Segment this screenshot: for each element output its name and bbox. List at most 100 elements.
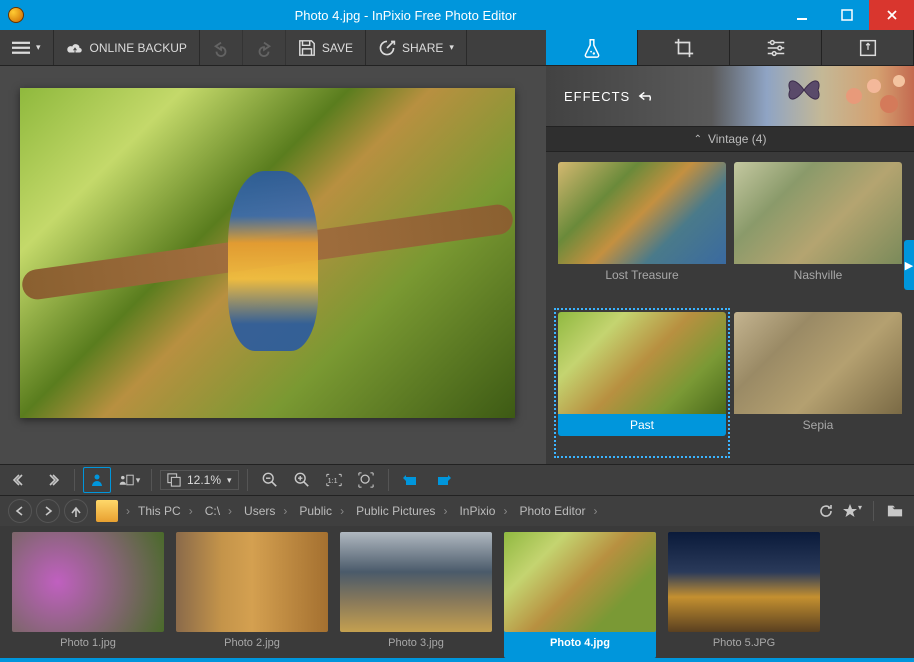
zoom-value: 12.1% [187,473,221,487]
zoom-in-button[interactable] [288,467,316,493]
file-browser-nav: › This PC› C:\› Users› Public› Public Pi… [0,496,914,526]
zoom-icon [167,473,181,487]
canvas-area [0,66,546,464]
film-thumb [504,532,656,632]
chevron-down-icon: ▾ [36,42,41,53]
category-header-vintage[interactable]: ⌃ Vintage (4) [546,126,914,152]
chevron-down-icon: ▾ [449,42,454,53]
breadcrumb-public[interactable]: Public› [295,504,348,518]
sliders-icon [765,37,787,59]
open-folder-button[interactable] [884,503,906,519]
breadcrumb-photo-editor[interactable]: Photo Editor› [515,504,601,518]
film-label: Photo 5.JPG [668,632,820,654]
effect-thumb [734,162,902,264]
undo-button[interactable] [200,30,243,65]
tab-frame[interactable] [822,30,914,65]
main-toolbar: ▾ ONLINE BACKUP SAVE SHARE ▾ [0,30,914,66]
film-tile-photo2[interactable]: Photo 2.jpg [176,532,328,658]
svg-text:1:1: 1:1 [327,476,337,485]
film-thumb [668,532,820,632]
effect-tile-nashville[interactable]: Nashville [734,162,902,304]
status-bar: ▾ 12.1% ▾ 1:1 [0,464,914,496]
zoom-actual-button[interactable]: 1:1 [320,467,348,493]
close-button[interactable] [869,0,914,30]
film-label: Photo 2.jpg [176,632,328,654]
nav-back-button[interactable] [8,499,32,523]
breadcrumb-inpixio[interactable]: InPixio› [455,504,511,518]
effects-grid: Lost Treasure Nashville Past Sepia [546,152,914,464]
filmstrip: Photo 1.jpg Photo 2.jpg Photo 3.jpg Phot… [0,526,914,658]
effects-header: EFFECTS [546,66,914,126]
flask-icon [581,37,603,59]
minimize-button[interactable] [779,0,824,30]
tab-effects[interactable] [546,30,638,65]
chevron-up-icon: ⌃ [694,134,702,145]
share-label: SHARE [402,41,443,55]
compare-view-button[interactable]: ▾ [115,467,143,493]
redo-button[interactable] [243,30,286,65]
effects-panel: EFFECTS ⌃ Vintage (4) Lost Treasure Nash… [546,66,914,464]
zoom-display[interactable]: 12.1% ▾ [160,470,239,490]
zoom-out-button[interactable] [256,467,284,493]
film-tile-photo4[interactable]: Photo 4.jpg [504,532,656,658]
maximize-button[interactable] [824,0,869,30]
share-button[interactable]: SHARE ▾ [366,30,467,65]
refresh-button[interactable] [815,503,837,519]
effect-thumb [734,312,902,414]
film-tile-photo1[interactable]: Photo 1.jpg [12,532,164,658]
breadcrumb-this-pc[interactable]: This PC› [134,504,197,518]
single-view-button[interactable] [83,467,111,493]
effect-label: Past [558,414,726,436]
tab-crop[interactable] [638,30,730,65]
effect-label: Sepia [734,414,902,436]
film-thumb [12,532,164,632]
nav-forward-button[interactable] [36,499,60,523]
window-controls [779,0,914,30]
zoom-fit-button[interactable] [352,467,380,493]
film-thumb [340,532,492,632]
chevron-down-icon: ▾ [227,475,232,486]
frame-icon [857,37,879,59]
bottom-accent-bar [0,658,914,662]
tab-adjust[interactable] [730,30,822,65]
film-label: Photo 1.jpg [12,632,164,654]
crop-icon [673,37,695,59]
app-icon [8,7,24,23]
save-button[interactable]: SAVE [286,30,366,65]
effect-label: Nashville [734,264,902,286]
image-canvas[interactable] [20,88,515,418]
panel-collapse-handle[interactable]: ▶ [904,240,914,290]
breadcrumb-public-pictures[interactable]: Public Pictures› [352,504,451,518]
category-label: Vintage (4) [708,132,766,146]
effect-tile-past[interactable]: Past [558,312,726,454]
window-title: Photo 4.jpg - InPixio Free Photo Editor [32,8,779,23]
image-content [228,171,318,351]
breadcrumb-users[interactable]: Users› [240,504,291,518]
film-label: Photo 3.jpg [340,632,492,654]
film-thumb [176,532,328,632]
effect-tile-lost-treasure[interactable]: Lost Treasure [558,162,726,304]
favorite-button[interactable]: ▾ [841,503,863,519]
effect-label: Lost Treasure [558,264,726,286]
save-label: SAVE [322,41,353,55]
rotate-right-button[interactable] [429,467,457,493]
undo-icon[interactable] [638,89,656,103]
breadcrumb-c[interactable]: C:\› [201,504,236,518]
butterfly-icon [784,74,824,106]
online-backup-button[interactable]: ONLINE BACKUP [54,30,200,65]
effect-thumb [558,312,726,414]
folder-icon [96,500,118,522]
film-tile-photo5[interactable]: Photo 5.JPG [668,532,820,658]
menu-button[interactable]: ▾ [0,30,54,65]
film-label: Photo 4.jpg [504,632,656,654]
nav-up-button[interactable] [64,499,88,523]
effect-tile-sepia[interactable]: Sepia [734,312,902,454]
effects-title: EFFECTS [564,89,630,104]
flowers-decoration [834,66,914,126]
film-tile-photo3[interactable]: Photo 3.jpg [340,532,492,658]
title-bar: Photo 4.jpg - InPixio Free Photo Editor [0,0,914,30]
effect-thumb [558,162,726,264]
rotate-left-button[interactable] [397,467,425,493]
prev-image-button[interactable] [6,467,34,493]
next-image-button[interactable] [38,467,66,493]
